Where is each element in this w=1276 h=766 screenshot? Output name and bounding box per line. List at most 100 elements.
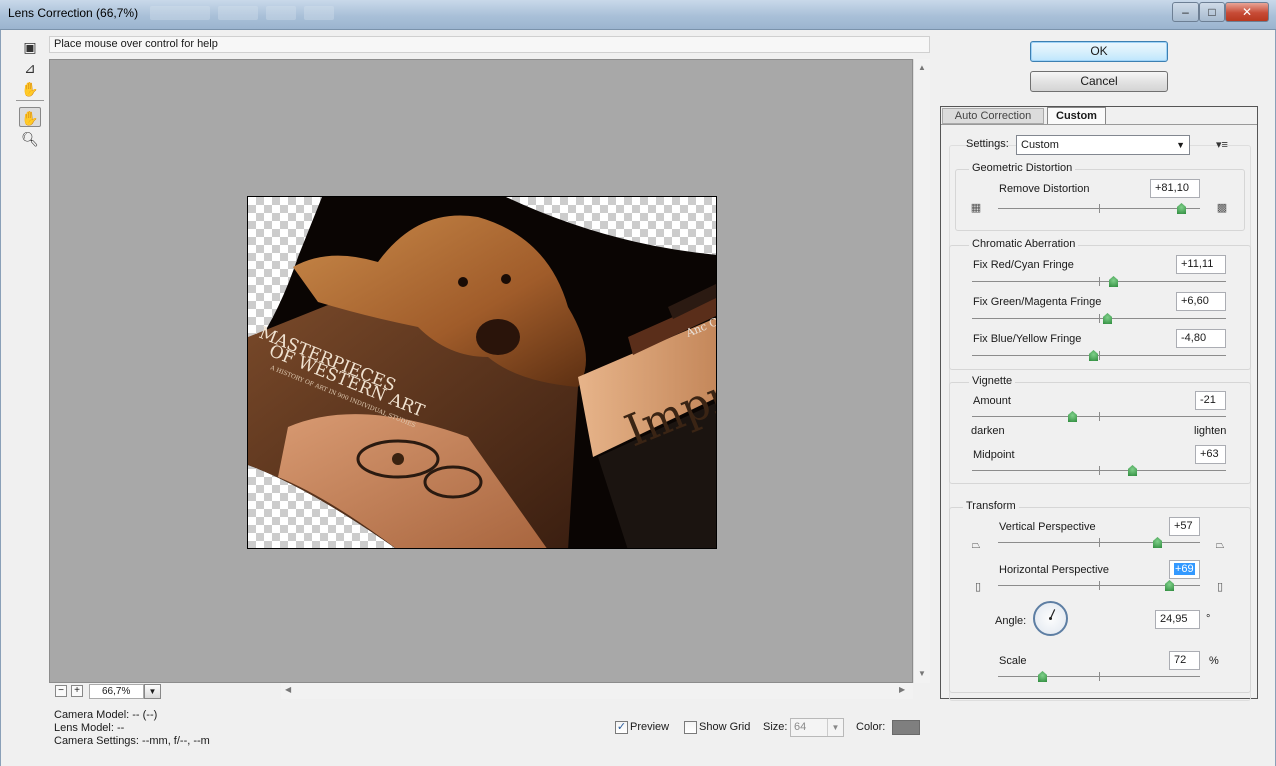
grid-color-label: Color: [856, 721, 886, 733]
preview-canvas[interactable]: MASTERPIECES OF WESTERN ART A HISTORY OF… [49, 59, 913, 683]
camera-model-text: Camera Model: -- (--) [54, 709, 158, 721]
minimize-button[interactable]: – [1172, 2, 1199, 22]
settings-menu-icon[interactable]: ▾≡ [1216, 138, 1228, 151]
blue-yellow-field[interactable]: -4,80 [1176, 329, 1226, 348]
show-grid-checkbox[interactable] [684, 721, 697, 734]
photo-illustration: MASTERPIECES OF WESTERN ART A HISTORY OF… [248, 197, 716, 548]
green-magenta-slider[interactable] [972, 313, 1226, 327]
slider-center-tick [1099, 581, 1100, 590]
settings-value: Custom [1021, 139, 1059, 151]
barrel-icon: ▩ [1216, 202, 1228, 214]
blue-yellow-slider[interactable] [972, 350, 1226, 364]
slider-thumb[interactable] [1068, 411, 1077, 422]
angle-dial[interactable] [1033, 601, 1068, 636]
zoom-dropdown-button[interactable]: ▼ [144, 684, 161, 699]
scroll-right-icon[interactable]: ▶ [899, 685, 905, 694]
lens-correction-dialog: ▣ ⊿ ✋ ✋ 🔍︎ Place mouse over control for … [0, 30, 1276, 766]
slider-center-tick [1099, 538, 1100, 547]
hand-tool-icon[interactable]: ✋ [19, 107, 41, 127]
move-grid-tool-icon[interactable]: ✋ [19, 79, 41, 99]
chromatic-aberration-title: Chromatic Aberration [969, 238, 1079, 250]
horizontal-perspective-field[interactable]: +69 [1169, 560, 1200, 579]
settings-dropdown[interactable]: Custom ▼ [1016, 135, 1190, 155]
green-magenta-field[interactable]: +6,60 [1176, 292, 1226, 311]
zoom-tool-icon[interactable]: 🔍︎ [19, 129, 41, 149]
background-app-bar [150, 6, 930, 24]
tool-divider [16, 100, 44, 101]
settings-label: Settings: [966, 138, 1009, 150]
slider-thumb[interactable] [1165, 580, 1174, 591]
angle-label: Angle: [995, 615, 1027, 627]
grid-size-label: Size: [763, 721, 788, 733]
scroll-down-icon[interactable]: ▼ [918, 669, 926, 678]
green-magenta-label: Fix Green/Magenta Fringe [973, 296, 1102, 308]
show-grid-label: Show Grid [699, 721, 751, 733]
lighten-label: lighten [1194, 425, 1227, 437]
chevron-down-icon: ▼ [827, 719, 843, 736]
scale-label: Scale [999, 655, 1027, 667]
remove-distortion-label: Remove Distortion [999, 183, 1090, 195]
vertical-perspective-slider[interactable] [998, 537, 1200, 551]
slider-thumb[interactable] [1177, 203, 1186, 214]
angle-unit: ° [1206, 613, 1211, 625]
amount-label: Amount [973, 395, 1011, 407]
maximize-button[interactable]: □ [1199, 2, 1225, 22]
amount-slider[interactable] [972, 411, 1226, 425]
midpoint-label: Midpoint [973, 449, 1015, 461]
ok-button[interactable]: OK [1030, 41, 1168, 62]
darken-label: darken [971, 425, 1005, 437]
close-button[interactable]: ✕ [1225, 2, 1269, 22]
grid-color-swatch[interactable] [892, 720, 920, 735]
tab-custom[interactable]: Custom [1047, 107, 1106, 125]
midpoint-slider[interactable] [972, 465, 1226, 479]
zoom-out-button[interactable]: − [55, 685, 67, 697]
remove-distortion-field[interactable]: +81,10 [1150, 179, 1200, 198]
angle-field[interactable]: 24,95 [1155, 610, 1200, 629]
window-title: Lens Correction (66,7%) [8, 6, 139, 20]
amount-field[interactable]: -21 [1195, 391, 1226, 410]
scale-slider[interactable] [998, 671, 1200, 685]
zoom-in-button[interactable]: + [71, 685, 83, 697]
tab-auto-correction[interactable]: Auto Correction [942, 108, 1044, 124]
corrected-photo: MASTERPIECES OF WESTERN ART A HISTORY OF… [247, 196, 717, 549]
red-cyan-field[interactable]: +11,11 [1176, 255, 1226, 274]
scroll-left-icon[interactable]: ◀ [285, 685, 291, 694]
vignette-title: Vignette [969, 375, 1016, 387]
preview-checkbox[interactable]: ✓ [615, 721, 628, 734]
vertical-perspective-label: Vertical Perspective [999, 521, 1096, 533]
zoom-level-field[interactable]: 66,7% [89, 684, 144, 699]
slider-thumb[interactable] [1038, 671, 1047, 682]
help-text: Place mouse over control for help [49, 36, 930, 53]
scale-field[interactable]: 72 [1169, 651, 1200, 670]
angle-needle-icon [1049, 609, 1056, 620]
horizontal-perspective-slider[interactable] [998, 580, 1200, 594]
slider-thumb[interactable] [1153, 537, 1162, 548]
slider-center-tick [1099, 204, 1100, 213]
vertical-scrollbar[interactable]: ▲ ▼ [913, 59, 930, 683]
slider-thumb[interactable] [1128, 465, 1137, 476]
cancel-button[interactable]: Cancel [1030, 71, 1168, 92]
slider-thumb[interactable] [1089, 350, 1098, 361]
slider-center-tick [1099, 412, 1100, 421]
vertical-perspective-minus-icon: ⏢ [971, 539, 981, 551]
grid-size-select[interactable]: 64 ▼ [790, 718, 844, 737]
straighten-tool-icon[interactable]: ⊿ [19, 58, 41, 78]
red-cyan-slider[interactable] [972, 276, 1226, 290]
vertical-perspective-field[interactable]: +57 [1169, 517, 1200, 536]
slider-thumb[interactable] [1103, 313, 1112, 324]
horizontal-perspective-minus-icon: ▯ [974, 581, 982, 593]
correction-tab-panel: Auto Correction Custom Settings: Custom … [940, 106, 1258, 701]
scroll-up-icon[interactable]: ▲ [918, 63, 926, 72]
slider-center-tick [1099, 351, 1100, 360]
preview-label: Preview [630, 721, 670, 733]
slider-thumb[interactable] [1109, 276, 1118, 287]
horizontal-perspective-plus-icon: ▯ [1216, 581, 1224, 593]
title-bar: Lens Correction (66,7%) – □ ✕ [0, 0, 1276, 30]
geometric-distortion-group [955, 169, 1245, 231]
remove-distortion-tool-icon[interactable]: ▣ [19, 37, 41, 57]
midpoint-field[interactable]: +63 [1195, 445, 1226, 464]
remove-distortion-slider[interactable] [998, 203, 1200, 217]
horizontal-perspective-label: Horizontal Perspective [999, 564, 1110, 576]
horizontal-scrollbar[interactable]: ◀ ▶ [281, 683, 913, 699]
slider-center-tick [1099, 277, 1100, 286]
